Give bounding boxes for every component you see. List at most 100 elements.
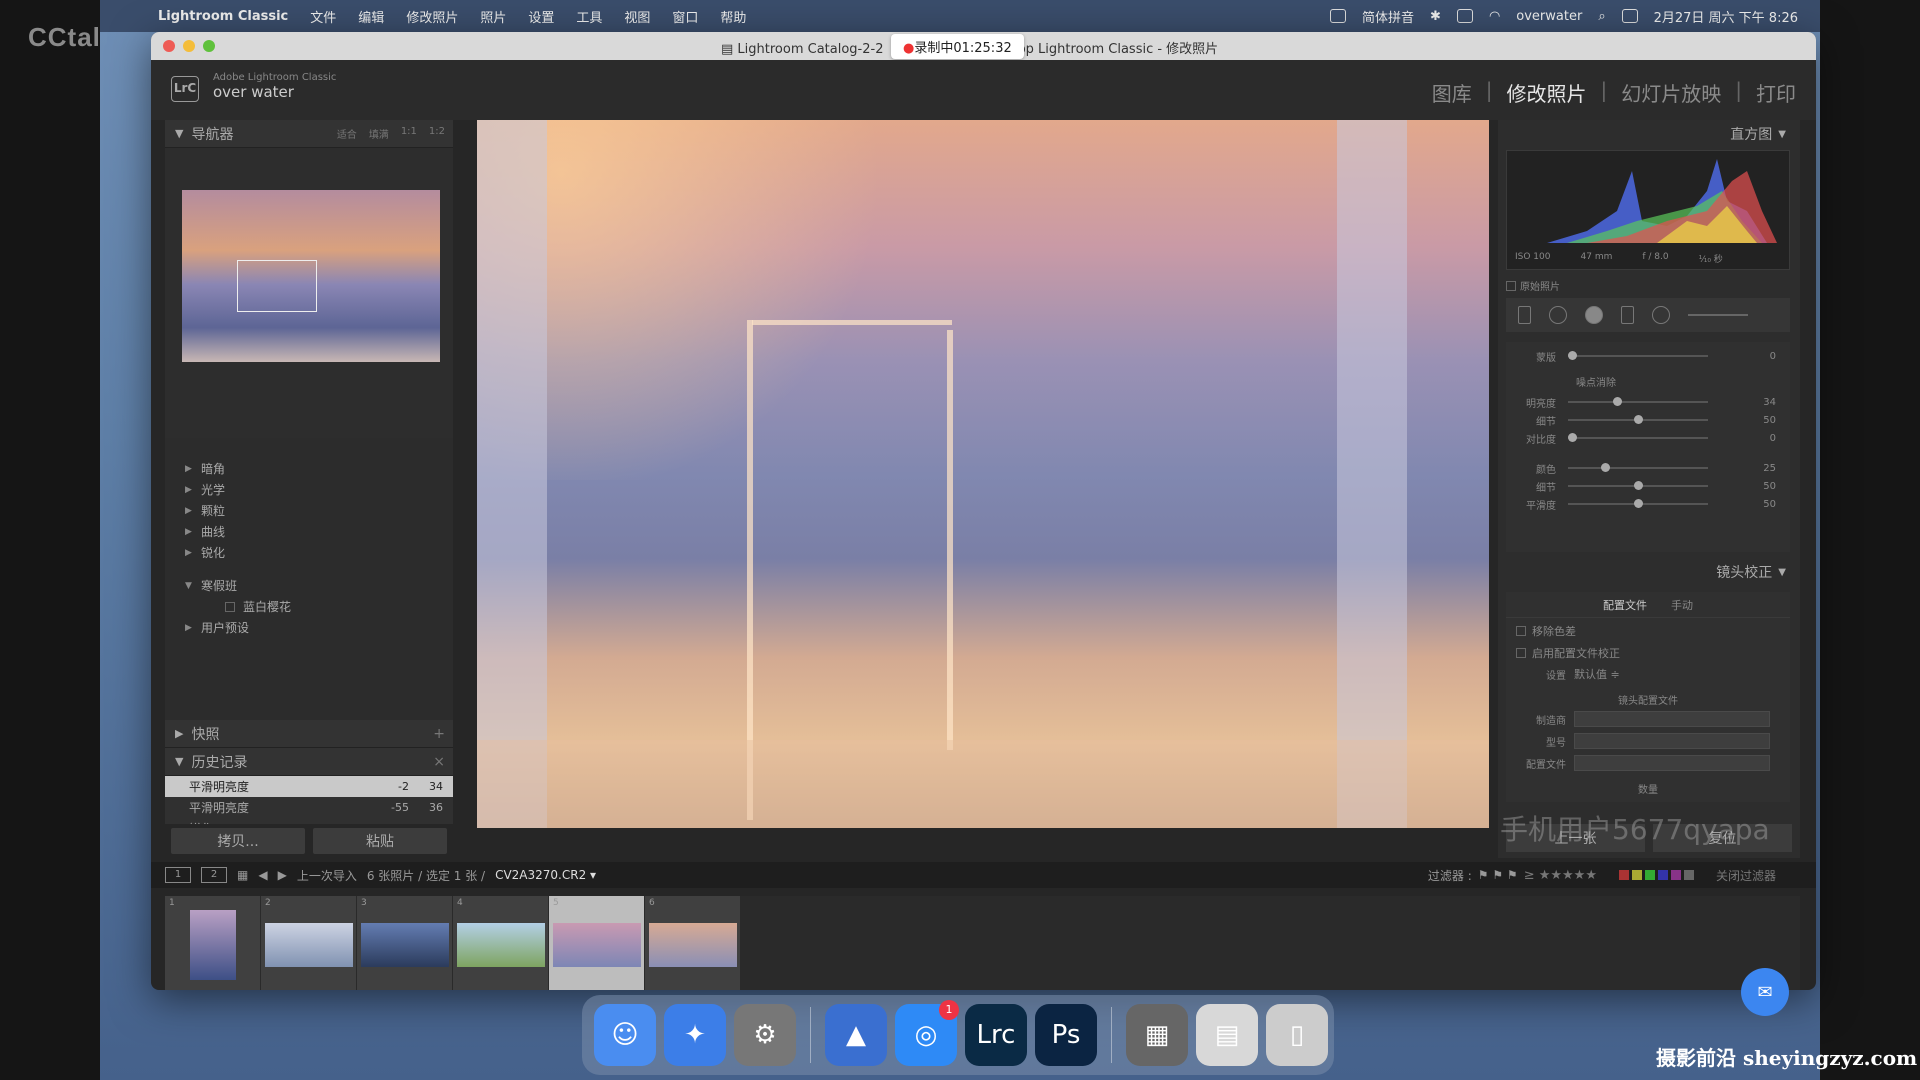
recording-badge[interactable]: ●录制中01:25:32 <box>891 34 1024 59</box>
color-label-green[interactable] <box>1644 870 1655 880</box>
noise-slider-row[interactable]: 颜色 25 <box>1506 460 1790 476</box>
history-item[interactable]: 平滑明亮度 -55 36 <box>165 797 453 818</box>
slider-track[interactable] <box>1568 397 1708 406</box>
filmstrip-thumbnail[interactable] <box>648 923 737 967</box>
secondary-window-button[interactable]: 2 <box>201 867 227 883</box>
paste-settings-button[interactable]: 粘贴 <box>313 828 447 854</box>
control-center-icon[interactable] <box>1621 9 1638 23</box>
menu-develop[interactable]: 修改照片 <box>406 7 458 26</box>
filmstrip-cell[interactable]: 6 <box>645 896 741 990</box>
crop-tool-icon[interactable] <box>1518 306 1531 324</box>
preset-item[interactable]: ▶ 光学 <box>185 479 443 500</box>
slider-track[interactable] <box>1568 415 1708 424</box>
source-label[interactable]: 上一次导入 <box>297 867 357 884</box>
navigator-thumbnail[interactable] <box>182 190 440 362</box>
primary-window-button[interactable]: 1 <box>165 867 191 883</box>
navigator-header[interactable]: ▼ 导航器 适合 填满 1:1 1:2 <box>165 120 453 148</box>
module-slideshow[interactable]: 幻灯片放映 <box>1621 78 1721 107</box>
zoom-window-button[interactable] <box>203 40 215 52</box>
module-library[interactable]: 图库 <box>1432 78 1472 107</box>
slider-value[interactable]: 0 <box>1770 351 1790 362</box>
copy-settings-button[interactable]: 拷贝... <box>171 828 305 854</box>
back-arrow-icon[interactable]: ◀ <box>258 868 267 882</box>
preset-item[interactable]: ▶ 曲线 <box>185 521 443 542</box>
noise-slider-row[interactable]: 细节 50 <box>1506 478 1790 494</box>
bluetooth-icon[interactable]: ✱ <box>1430 9 1441 24</box>
mask-track[interactable] <box>1568 351 1708 360</box>
menu-view[interactable]: 视图 <box>624 7 650 26</box>
clear-history-icon[interactable]: × <box>433 754 445 770</box>
history-item[interactable]: 平滑明亮度 -2 34 <box>165 776 453 797</box>
menu-window[interactable]: 窗口 <box>672 7 698 26</box>
graduated-filter-icon[interactable] <box>1621 306 1634 324</box>
finder-icon[interactable]: ☺ <box>594 1004 656 1066</box>
navigator-preview[interactable] <box>165 148 453 438</box>
lens-field-select[interactable] <box>1574 711 1770 727</box>
close-filter-dropdown[interactable]: 关闭过滤器 <box>1716 867 1776 884</box>
filmstrip-cell[interactable]: 1 <box>165 896 261 990</box>
module-develop[interactable]: 修改照片 <box>1507 78 1587 107</box>
slider-knob[interactable] <box>1633 499 1643 508</box>
slider-value[interactable]: 25 <box>1763 463 1790 474</box>
filmstrip-thumbnail[interactable] <box>360 923 449 967</box>
original-photo-toggle[interactable]: 原始照片 <box>1506 278 1560 293</box>
snapshots-header[interactable]: ▶ 快照 + <box>165 720 453 748</box>
setup-select[interactable]: 默认值 ≑ <box>1574 666 1620 682</box>
zoom-1-1[interactable]: 1:1 <box>401 126 417 141</box>
lens-field-select[interactable] <box>1574 733 1770 749</box>
preset-item[interactable]: ▶ 颗粒 <box>185 500 443 521</box>
add-snapshot-icon[interactable]: + <box>433 726 445 742</box>
photoshop-icon[interactable]: Ps <box>1035 1004 1097 1066</box>
slider-knob[interactable] <box>1633 415 1643 424</box>
brush-slider[interactable] <box>1688 314 1748 316</box>
rating-filter-icon[interactable]: ≥ ★★★★★ <box>1524 868 1597 883</box>
color-label-purple[interactable] <box>1670 870 1681 880</box>
slider-knob[interactable] <box>1568 351 1577 360</box>
flag-filter-icon[interactable]: ⚑ ⚑ ⚑ <box>1478 868 1518 882</box>
slider-value[interactable]: 50 <box>1763 481 1790 492</box>
tab-profile[interactable]: 配置文件 <box>1603 597 1647 613</box>
slider-track[interactable] <box>1568 463 1708 472</box>
remove-ca-checkbox[interactable]: 移除色差 <box>1506 622 1790 640</box>
color-label-filter[interactable] <box>1618 870 1694 880</box>
slider-value[interactable]: 0 <box>1770 433 1790 444</box>
menu-edit[interactable]: 编辑 <box>358 7 384 26</box>
original-photo-checkbox[interactable] <box>1506 280 1516 291</box>
preset-item[interactable]: ▶ 暗角 <box>185 458 443 479</box>
filmstrip-thumbnail[interactable] <box>552 923 641 967</box>
noise-slider-row[interactable]: 明亮度 34 <box>1506 394 1790 410</box>
safari-icon[interactable]: ✦ <box>664 1004 726 1066</box>
menubar-user[interactable]: overwater <box>1516 9 1582 24</box>
module-print[interactable]: 打印 <box>1756 78 1796 107</box>
window-titlebar[interactable]: ▤ Lightroom Catalog-2-2 hop Lightroom Cla… <box>151 32 1816 60</box>
filmstrip-cell[interactable]: 2 <box>261 896 357 990</box>
histogram[interactable]: ISO 100 47 mm f / 8.0 ¹⁄₁₀ 秒 <box>1506 150 1790 270</box>
slider-track[interactable] <box>1568 499 1708 508</box>
menu-app-name[interactable]: Lightroom Classic <box>158 9 288 24</box>
menu-file[interactable]: 文件 <box>310 7 336 26</box>
menu-settings[interactable]: 设置 <box>528 7 554 26</box>
input-method[interactable]: 简体拼音 <box>1362 7 1414 26</box>
slider-track[interactable] <box>1568 481 1708 490</box>
filmstrip-cell[interactable]: 3 <box>357 896 453 990</box>
forward-arrow-icon[interactable]: ▶ <box>278 868 287 882</box>
cctalk-icon[interactable]: ◎ 1 <box>895 1000 959 1066</box>
slider-track[interactable] <box>1568 433 1708 442</box>
checkbox-box[interactable] <box>1516 626 1526 636</box>
lens-field-select[interactable] <box>1574 755 1770 771</box>
battery-icon[interactable] <box>1456 9 1473 23</box>
filename-dropdown[interactable]: CV2A3270.CR2 ▾ <box>495 868 596 882</box>
mask-slider-row[interactable]: 蒙版 0 <box>1506 348 1790 364</box>
lens-correction-header[interactable]: 镜头校正 ▼ <box>1498 560 1800 584</box>
color-label-none[interactable] <box>1683 870 1694 880</box>
keynote-icon[interactable]: ▲ <box>825 1004 887 1066</box>
preset-item[interactable]: ▶ 用户预设 <box>185 617 443 638</box>
filmstrip-cell[interactable]: 5 <box>549 896 645 990</box>
main-photo[interactable] <box>477 120 1489 828</box>
histogram-header[interactable]: 直方图 ▼ <box>1498 122 1800 146</box>
system-prefs-icon[interactable]: ⚙ <box>734 1004 796 1066</box>
slider-knob[interactable] <box>1600 463 1610 472</box>
menubar-datetime[interactable]: 2月27日 周六 下午 8:26 <box>1654 7 1798 26</box>
preset-item[interactable]: ▼ 寒假班 <box>185 575 443 596</box>
chat-bubble-icon[interactable]: ✉ <box>1741 968 1789 1016</box>
